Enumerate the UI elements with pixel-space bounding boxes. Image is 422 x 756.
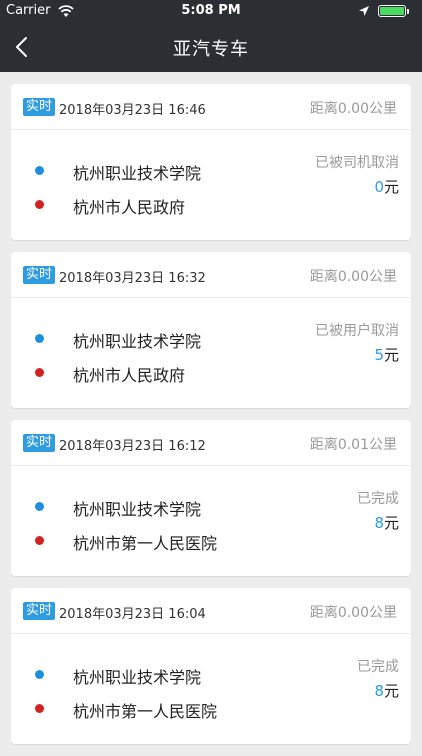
order-list: 实时 2018年03月23日 16:46 距离0.00公里 杭州职业技术学院 杭… [11,84,411,756]
order-time: 2018年03月23日 16:12 [59,439,206,454]
end-dot-icon [35,536,44,545]
end-location-row: 杭州市人民政府 [11,194,291,217]
start-location: 杭州职业技术学院 [73,668,202,687]
order-card-header: 实时 2018年03月23日 16:46 距离0.00公里 [11,84,411,130]
order-distance: 距离0.00公里 [309,101,397,117]
start-location: 杭州职业技术学院 [73,164,202,183]
order-price: 0元 [374,176,399,197]
end-location: 杭州市第一人民医院 [73,702,218,721]
order-status: 已完成 [357,491,399,507]
order-time: 2018年03月23日 16:04 [59,607,206,622]
start-location-row: 杭州职业技术学院 [11,328,291,351]
start-location: 杭州职业技术学院 [73,500,202,519]
page-title: 亚汽专车 [173,39,249,60]
price-unit: 元 [383,178,399,196]
end-location-row: 杭州市第一人民医院 [11,698,291,721]
order-card-header: 实时 2018年03月23日 16:32 距离0.00公里 [11,252,411,298]
order-time: 2018年03月23日 16:32 [59,271,206,286]
location-arrow-icon [359,6,369,16]
start-dot-icon [35,166,44,175]
order-price: 8元 [374,512,399,533]
status-bar: Carrier 5:08 PM [0,0,422,22]
realtime-tag: 实时 [23,98,56,116]
start-dot-icon [35,502,44,511]
price-amount: 5 [374,346,384,364]
end-location: 杭州市人民政府 [73,198,186,217]
price-amount: 8 [374,682,384,700]
order-status: 已完成 [357,659,399,675]
end-dot-icon [35,368,44,377]
order-status: 已被用户取消 [315,323,399,339]
order-card[interactable]: 实时 2018年03月23日 16:12 距离0.01公里 杭州职业技术学院 杭… [11,420,411,576]
order-card[interactable]: 实时 2018年03月23日 16:46 距离0.00公里 杭州职业技术学院 杭… [11,84,411,240]
order-card[interactable]: 实时 2018年03月23日 16:04 距离0.00公里 杭州职业技术学院 杭… [11,588,411,744]
end-location: 杭州市第一人民医院 [73,534,218,553]
price-amount: 0 [374,178,384,196]
price-unit: 元 [383,514,399,532]
price-unit: 元 [383,682,399,700]
order-status: 已被司机取消 [315,155,399,171]
start-location-row: 杭州职业技术学院 [11,496,291,519]
battery-tip [407,9,409,14]
order-card-header: 实时 2018年03月23日 16:04 距离0.00公里 [11,588,411,634]
nav-bar: 亚汽专车 [0,22,422,72]
order-price: 8元 [374,680,399,701]
start-dot-icon [35,334,44,343]
end-location-row: 杭州市人民政府 [11,362,291,385]
start-dot-icon [35,670,44,679]
price-amount: 8 [374,514,384,532]
end-location-row: 杭州市第一人民医院 [11,530,291,553]
order-card[interactable]: 实时 2018年03月23日 16:32 距离0.00公里 杭州职业技术学院 杭… [11,252,411,408]
order-distance: 距离0.00公里 [309,605,397,621]
end-dot-icon [35,200,44,209]
battery-icon [378,5,406,17]
battery-level [380,7,404,15]
realtime-tag: 实时 [23,266,56,284]
order-distance: 距离0.01公里 [309,437,397,453]
price-unit: 元 [383,346,399,364]
order-time: 2018年03月23日 16:46 [59,103,206,118]
start-location-row: 杭州职业技术学院 [11,160,291,183]
realtime-tag: 实时 [23,602,56,620]
order-price: 5元 [374,344,399,365]
order-card-header: 实时 2018年03月23日 16:12 距离0.01公里 [11,420,411,466]
realtime-tag: 实时 [23,434,56,452]
order-distance: 距离0.00公里 [309,269,397,285]
start-location: 杭州职业技术学院 [73,332,202,351]
end-location: 杭州市人民政府 [73,366,186,385]
end-dot-icon [35,704,44,713]
start-location-row: 杭州职业技术学院 [11,664,291,687]
